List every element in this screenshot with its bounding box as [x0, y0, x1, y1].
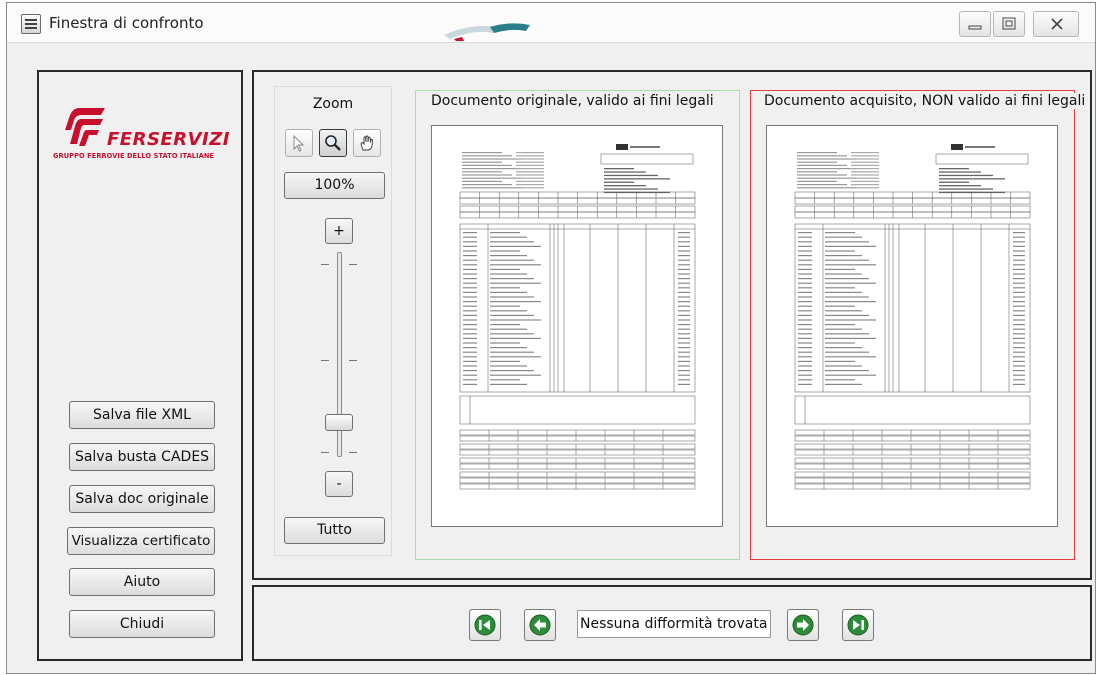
acquired-document-image — [794, 144, 1031, 490]
fs-logo-icon — [65, 108, 105, 146]
zoom-in-button[interactable]: + — [325, 218, 353, 244]
first-difference-button[interactable] — [469, 609, 501, 641]
zoom-level-button[interactable]: 100% — [284, 172, 385, 199]
close-icon — [1051, 18, 1063, 30]
save-cades-button[interactable]: Salva busta CADES — [69, 443, 215, 471]
close-button[interactable] — [1033, 11, 1079, 37]
compare-window: Finestra di confronto FERSERVIZI GRUPPO … — [6, 2, 1096, 674]
logo-name: FERSERVIZI — [107, 129, 230, 150]
slider-tick — [349, 360, 357, 361]
slider-tick — [349, 452, 357, 453]
minimize-button[interactable] — [959, 11, 991, 37]
slider-tick — [321, 264, 329, 265]
zoom-group: Zoom 100% + - Tutto — [274, 86, 392, 556]
difference-status-field: Nessuna difformità trovata — [577, 610, 771, 638]
zoom-tool-button[interactable] — [319, 129, 347, 157]
last-icon — [847, 614, 869, 636]
save-original-button[interactable]: Salva doc originale — [69, 485, 215, 513]
navigation-panel: Nessuna difformità trovata — [252, 585, 1092, 661]
zoom-slider-thumb[interactable] — [325, 413, 353, 431]
slider-tick — [321, 360, 329, 361]
previous-difference-button[interactable] — [524, 609, 556, 641]
actions-panel: FERSERVIZI GRUPPO FERROVIE DELLO STATO I… — [37, 70, 243, 661]
fit-all-button[interactable]: Tutto — [284, 517, 385, 544]
maximize-button[interactable] — [993, 11, 1025, 37]
zoom-out-button[interactable]: - — [325, 471, 353, 497]
first-icon — [474, 614, 496, 636]
original-document-frame: Documento originale, valido ai fini lega… — [415, 90, 740, 560]
maximize-icon — [1002, 17, 1016, 30]
previous-icon — [529, 614, 551, 636]
view-certificate-button[interactable]: Visualizza certificato — [67, 527, 215, 555]
acquired-document-frame: Documento acquisito, NON valido ai fini … — [750, 90, 1089, 560]
viewer-panel: Zoom 100% + - Tutto Documento originale,… — [252, 70, 1092, 580]
slider-tick — [349, 264, 357, 265]
title-bar[interactable]: Finestra di confronto — [7, 3, 1095, 43]
logo-subtitle: GRUPPO FERROVIE DELLO STATO ITALIANE — [53, 152, 215, 160]
minimize-icon — [968, 25, 982, 30]
ferservizi-logo: FERSERVIZI GRUPPO FERROVIE DELLO STATO I… — [51, 106, 237, 166]
acquired-document-page[interactable] — [766, 125, 1058, 527]
original-document-page[interactable] — [431, 125, 723, 527]
next-difference-button[interactable] — [787, 609, 819, 641]
document-compare-icon — [21, 14, 41, 34]
acquired-document-label: Documento acquisito, NON valido ai fini … — [761, 93, 1089, 109]
pan-tool-button[interactable] — [353, 129, 381, 157]
last-difference-button[interactable] — [842, 609, 874, 641]
close-window-button[interactable]: Chiudi — [69, 610, 215, 638]
window-title: Finestra di confronto — [49, 14, 204, 32]
help-button[interactable]: Aiuto — [69, 568, 215, 596]
next-icon — [792, 614, 814, 636]
fs-watermark-logo — [444, 23, 530, 41]
original-document-label: Documento originale, valido ai fini lega… — [428, 93, 717, 109]
hand-icon — [360, 135, 373, 151]
save-xml-button[interactable]: Salva file XML — [69, 401, 215, 429]
magnifier-icon — [325, 135, 341, 151]
pointer-icon — [293, 134, 305, 152]
original-document-image — [459, 144, 696, 490]
slider-tick — [321, 452, 329, 453]
zoom-title: Zoom — [312, 96, 354, 112]
pointer-tool-button[interactable] — [285, 129, 313, 157]
